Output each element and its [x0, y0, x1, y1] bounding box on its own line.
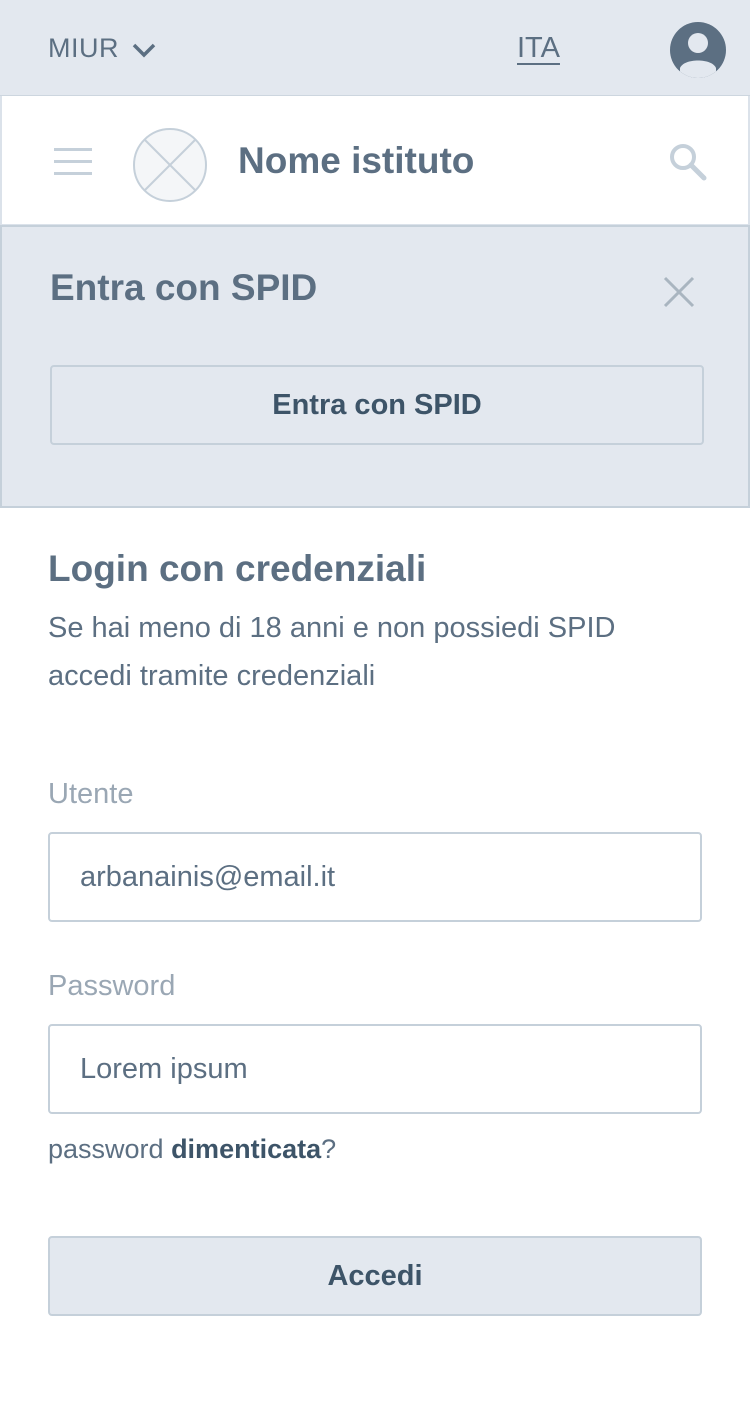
hamburger-icon[interactable]	[54, 148, 94, 176]
close-icon[interactable]	[662, 275, 696, 309]
org-label: MIUR	[48, 32, 119, 63]
user-avatar-icon[interactable]	[670, 22, 726, 78]
institute-name[interactable]: Nome istituto	[238, 140, 474, 182]
password-label: Password	[48, 970, 176, 1002]
spid-title: Entra con SPID	[50, 267, 318, 308]
forgot-prefix: password	[48, 1134, 172, 1164]
placeholder-logo-icon	[133, 128, 207, 202]
top-bar: MIUR ITA	[0, 0, 750, 96]
password-input[interactable]	[48, 1024, 702, 1114]
org-dropdown[interactable]: MIUR	[48, 30, 157, 66]
spid-panel: Entra con SPID Entra con SPID	[0, 225, 750, 508]
forgot-suffix: ?	[321, 1134, 337, 1164]
login-submit-button[interactable]: Accedi	[48, 1236, 702, 1316]
search-icon[interactable]	[668, 142, 708, 182]
forgot-password-link[interactable]: password dimenticata?	[48, 1134, 336, 1165]
forgot-bold: dimenticata	[171, 1134, 322, 1164]
language-selector[interactable]: ITA	[517, 32, 560, 65]
spid-login-button[interactable]: Entra con SPID	[50, 365, 704, 445]
site-header: Nome istituto	[0, 96, 750, 226]
login-description: Se hai meno di 18 anni e non possiedi SP…	[48, 612, 616, 692]
login-title: Login con credenziali	[48, 548, 427, 589]
user-label: Utente	[48, 778, 134, 810]
chevron-down-icon	[132, 43, 156, 58]
user-input[interactable]	[48, 832, 702, 922]
